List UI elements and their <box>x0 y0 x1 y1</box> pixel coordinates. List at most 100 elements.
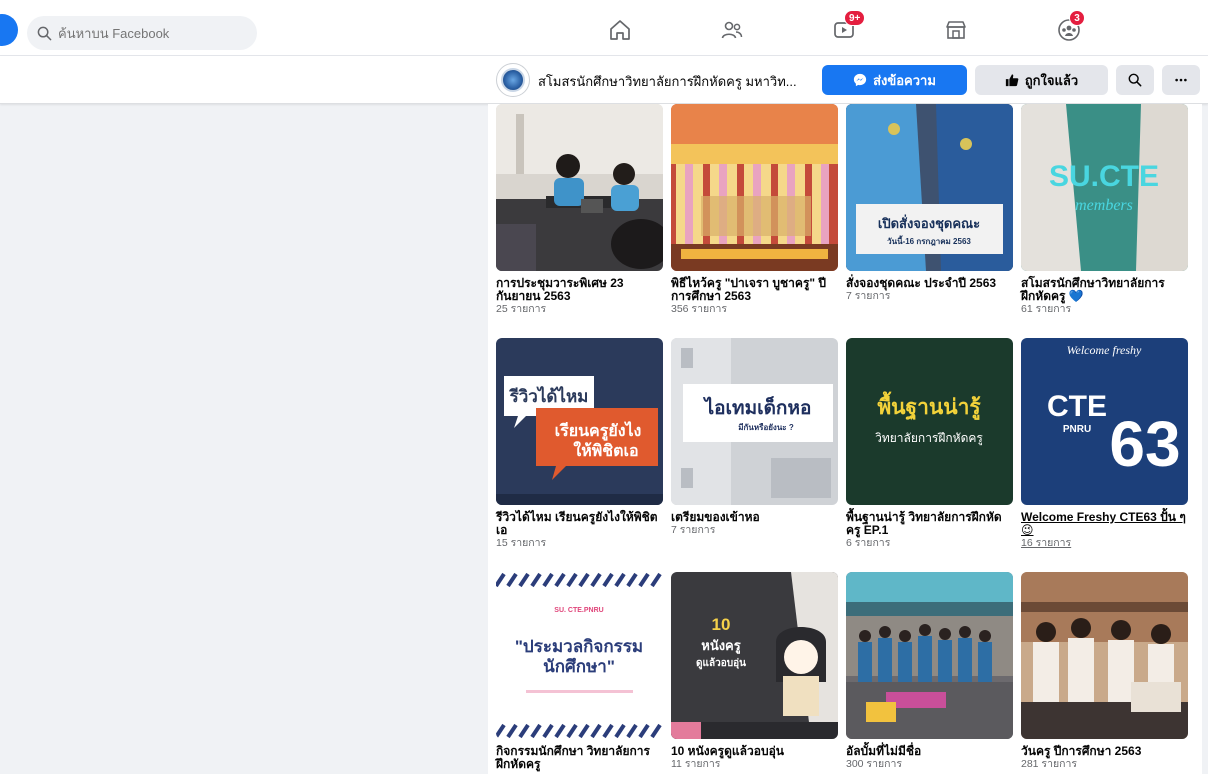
album-count: 6 รายการ <box>846 537 891 549</box>
album-count: 281 รายการ <box>1021 758 1078 770</box>
album-title[interactable]: 10 หนังครูดูแล้วอบอุ่น <box>671 745 838 758</box>
album-title[interactable]: การประชุมวาระพิเศษ 23 กันยายน 2563 <box>496 277 663 303</box>
album-thumbnail[interactable]: พื้นฐานน่ารู้ วิทยาลัยการฝึกหัดครู <box>846 338 1013 505</box>
album-thumbnail[interactable]: ไอเทมเด็กหอ มีกันหรือยังนะ ? <box>671 338 838 505</box>
meeting-photo <box>496 104 663 271</box>
album-card[interactable]: ไอเทมเด็กหอ มีกันหรือยังนะ ? เตรียมของเข… <box>671 338 838 536</box>
activities-poster: SU. CTE.PNRU "ประมวลกิจกรรม นักศึกษา" <box>496 572 663 739</box>
album-count: 356 รายการ <box>671 303 728 315</box>
thumbnail-text: members <box>1075 197 1133 214</box>
album-card[interactable]: SU.CTE members สโมสรนักศึกษาวิทยาลัยการฝ… <box>1021 104 1188 315</box>
album-title[interactable]: พิธีไหว้ครู "ปาเจรา บูชาครู" ปีการศึกษา … <box>671 277 838 303</box>
album-card[interactable]: พิธีไหว้ครู "ปาเจรา บูชาครู" ปีการศึกษา … <box>671 104 838 315</box>
album-thumbnail[interactable] <box>1021 572 1188 739</box>
album-card[interactable]: วันครู ปีการศึกษา 2563 281 รายการ <box>1021 572 1188 770</box>
album-count: 11 รายการ <box>671 758 721 770</box>
thumbnail-text: พื้นฐานน่ารู้ <box>877 391 981 421</box>
thumbnail-text: 63 <box>1109 408 1180 480</box>
thumbnail-text: รีวิวได้ไหม <box>509 386 589 406</box>
album-title[interactable]: วันครู ปีการศึกษา 2563 <box>1021 745 1188 758</box>
search-input[interactable] <box>58 25 238 41</box>
page-avatar[interactable] <box>496 63 530 97</box>
thumbnail-text: วิทยาลัยการฝึกหัดครู <box>875 431 984 446</box>
album-title[interactable]: กิจกรรมนักศึกษา วิทยาลัยการฝึกหัดครู <box>496 745 663 771</box>
movies-poster: 10 หนังครู ดูแล้วอบอุ่น <box>671 572 838 739</box>
ceremony-photo <box>671 104 838 271</box>
album-title[interactable]: อัลบั้มที่ไม่มีชื่อ <box>846 745 1013 758</box>
welcome-freshy-poster: Welcome freshy CTE PNRU 63 <box>1021 338 1188 505</box>
album-card[interactable]: 10 หนังครู ดูแล้วอบอุ่น 10 หนังครูดูแล้ว… <box>671 572 838 770</box>
page-header-bar: สโมสรนักศึกษาวิทยาลัยการฝึกหัดครู มหาวิท… <box>0 56 1208 104</box>
album-title[interactable]: พื้นฐานน่ารู้ วิทยาลัยการฝึกหัดครู EP.1 <box>846 511 1013 537</box>
page-name[interactable]: สโมสรนักศึกษาวิทยาลัยการฝึกหัดครู มหาวิท… <box>538 71 797 92</box>
facebook-logo[interactable] <box>0 14 18 46</box>
liked-label: ถูกใจแล้ว <box>1024 72 1079 88</box>
album-thumbnail[interactable]: เปิดสั่งจองชุดคณะ วันนี้-16 กรกฎาคม 2563 <box>846 104 1013 271</box>
more-options-button[interactable] <box>1162 65 1200 95</box>
thumbs-up-icon <box>1005 74 1019 87</box>
more-dots-icon <box>1175 78 1187 82</box>
album-count: 300 รายการ <box>846 758 903 770</box>
album-card[interactable]: พื้นฐานน่ารู้ วิทยาลัยการฝึกหัดครู พื้นฐ… <box>846 338 1013 549</box>
thumbnail-text: SU.CTE <box>1049 160 1159 193</box>
top-navigation-bar: 9+ 3 <box>0 0 1208 56</box>
thumbnail-text: เรียนครูยังไง <box>555 421 642 442</box>
liked-button[interactable]: ถูกใจแล้ว <box>975 65 1108 95</box>
thumbnail-text: SU. CTE.PNRU <box>554 607 603 614</box>
album-title[interactable]: รีวิวได้ไหม เรียนครูยังไงให้พิชิตเอ <box>496 511 663 537</box>
album-title[interactable]: เตรียมของเข้าหอ <box>671 511 838 524</box>
album-count: 25 รายการ <box>496 303 547 315</box>
thumbnail-text: หนังครู <box>701 638 741 654</box>
album-count: 7 รายการ <box>846 290 891 302</box>
thumbnail-text: วันนี้-16 กรกฎาคม 2563 <box>887 235 971 246</box>
uniform-photo: เปิดสั่งจองชุดคณะ วันนี้-16 กรกฎาคม 2563 <box>846 104 1013 271</box>
search-box[interactable] <box>27 16 257 50</box>
nav-home[interactable] <box>606 16 634 44</box>
album-title[interactable]: สโมสรนักศึกษาวิทยาลัยการฝึกหัดครู 💙 <box>1021 277 1188 303</box>
thumbnail-text: Welcome freshy <box>1067 343 1142 357</box>
album-thumbnail[interactable]: รีวิวได้ไหม เรียนครูยังไง ให้พิชิตเอ <box>496 338 663 505</box>
thumbnail-text: 10 <box>712 615 731 634</box>
album-thumbnail[interactable] <box>846 572 1013 739</box>
album-thumbnail[interactable]: SU.CTE members <box>1021 104 1188 271</box>
album-count: 7 รายการ <box>671 524 716 536</box>
group-photo <box>846 572 1013 739</box>
nav-friends[interactable] <box>718 16 746 44</box>
album-count: 16 รายการ <box>1021 537 1072 549</box>
page-logo <box>501 68 525 92</box>
album-thumbnail[interactable]: 10 หนังครู ดูแล้วอบอุ่น <box>671 572 838 739</box>
album-card[interactable]: SU. CTE.PNRU "ประมวลกิจกรรม นักศึกษา" กิ… <box>496 572 663 771</box>
album-card[interactable]: Welcome freshy CTE PNRU 63 Welcome Fresh… <box>1021 338 1188 549</box>
basics-poster: พื้นฐานน่ารู้ วิทยาลัยการฝึกหัดครู <box>846 338 1013 505</box>
album-thumbnail[interactable] <box>671 104 838 271</box>
album-card[interactable]: รีวิวได้ไหม เรียนครูยังไง ให้พิชิตเอ รีว… <box>496 338 663 549</box>
thumbnail-text: ดูแล้วอบอุ่น <box>696 657 746 670</box>
thumbnail-text: PNRU <box>1063 424 1091 435</box>
album-thumbnail[interactable]: SU. CTE.PNRU "ประมวลกิจกรรม นักศึกษา" <box>496 572 663 739</box>
teachers-day-photo <box>1021 572 1188 739</box>
album-count: 61 รายการ <box>1021 303 1072 315</box>
watch-notification-badge: 9+ <box>844 10 866 26</box>
album-title[interactable]: Welcome Freshy CTE63 ปั้น ๆ 😉 <box>1021 511 1188 537</box>
thumbnail-text: ให้พิชิตเอ <box>573 441 638 460</box>
marketplace-icon <box>946 21 966 39</box>
thumbnail-text: นักศึกษา" <box>543 657 615 676</box>
send-message-button[interactable]: ส่งข้อความ <box>822 65 967 95</box>
albums-panel: การประชุมวาระพิเศษ 23 กันยายน 2563 25 รา… <box>488 104 1202 774</box>
thumbnail-text: เปิดสั่งจองชุดคณะ <box>878 214 980 232</box>
album-card[interactable]: อัลบั้มที่ไม่มีชื่อ 300 รายการ <box>846 572 1013 770</box>
thumbnail-text: "ประมวลกิจกรรม <box>515 637 643 656</box>
album-card[interactable]: เปิดสั่งจองชุดคณะ วันนี้-16 กรกฎาคม 2563… <box>846 104 1013 302</box>
friends-icon <box>721 21 743 39</box>
page-search-button[interactable] <box>1116 65 1154 95</box>
thumbnail-text: CTE <box>1047 390 1107 423</box>
nav-marketplace[interactable] <box>942 16 970 44</box>
members-photo: SU.CTE members <box>1021 104 1188 271</box>
nav-groups[interactable]: 3 <box>1055 10 1085 44</box>
groups-notification-badge: 3 <box>1069 10 1085 26</box>
album-thumbnail[interactable] <box>496 104 663 271</box>
album-card[interactable]: การประชุมวาระพิเศษ 23 กันยายน 2563 25 รา… <box>496 104 663 315</box>
album-thumbnail[interactable]: Welcome freshy CTE PNRU 63 <box>1021 338 1188 505</box>
album-title[interactable]: สั่งจองชุดคณะ ประจำปี 2563 <box>846 277 1013 290</box>
nav-watch[interactable]: 9+ <box>830 10 866 44</box>
